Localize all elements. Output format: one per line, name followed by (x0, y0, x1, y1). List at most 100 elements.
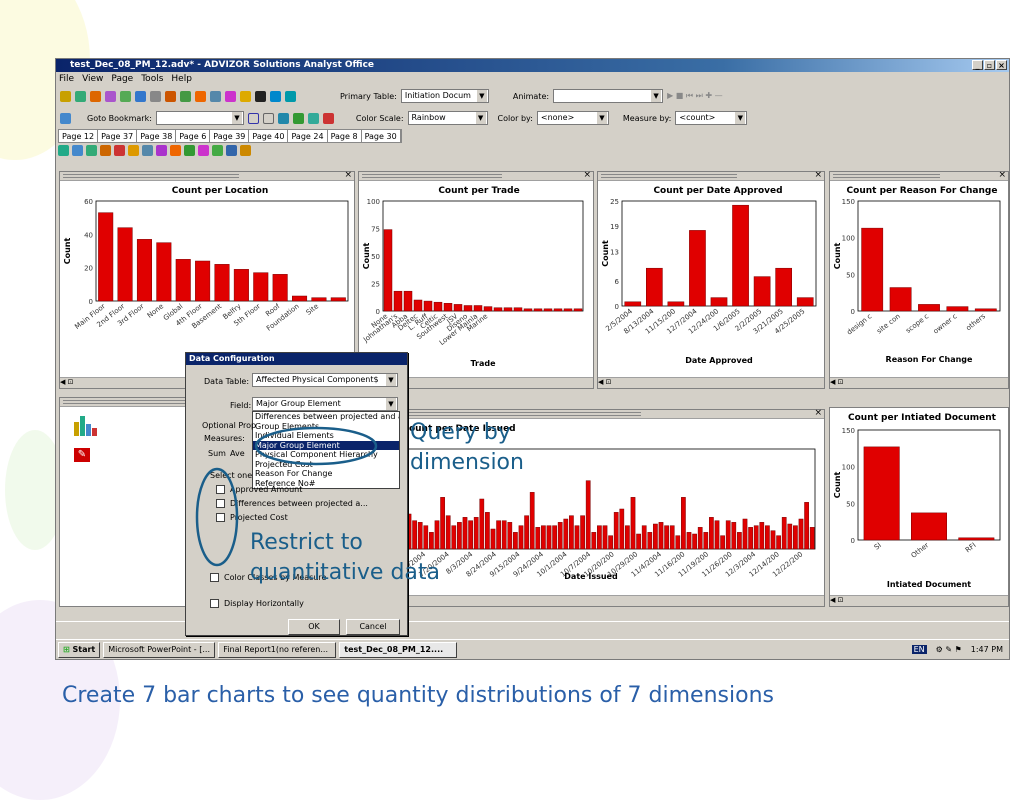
table-icon[interactable] (210, 90, 221, 102)
maximize-button[interactable]: ▫ (984, 60, 995, 70)
chart-type-icon[interactable] (86, 145, 97, 156)
color-scale-select[interactable]: Rainbow (407, 111, 488, 125)
close-panel-icon[interactable]: × (583, 170, 591, 180)
bar (946, 306, 969, 312)
page-tab[interactable]: Page 6 (176, 130, 211, 142)
bar-chart-icon (74, 416, 104, 439)
chart-type-icon[interactable] (226, 145, 237, 156)
chart-type-icon[interactable] (58, 145, 69, 156)
brush-icon[interactable] (270, 90, 281, 102)
chart-type-icon[interactable] (100, 145, 111, 156)
triangle-icon[interactable] (120, 90, 131, 102)
page-tab[interactable]: Page 39 (210, 130, 250, 142)
parallel-icon[interactable] (225, 90, 236, 102)
cancel-button[interactable]: Cancel (346, 619, 400, 635)
panel-scrollbar[interactable]: ◀ ⊡ (830, 377, 1008, 388)
chart-type-icon[interactable] (198, 145, 209, 156)
page-tab[interactable]: Page 30 (362, 130, 401, 142)
x-axis-label: Intiated Document (887, 580, 971, 589)
panel-scrollbar[interactable] (359, 595, 824, 606)
lasso-icon[interactable] (262, 112, 274, 124)
help-icon[interactable] (240, 90, 251, 102)
menu-file[interactable]: File (59, 73, 74, 86)
chart-type-icon[interactable] (184, 145, 195, 156)
bar (403, 290, 413, 312)
select-icon[interactable] (247, 112, 259, 124)
close-panel-icon[interactable]: × (814, 408, 822, 418)
flag-color-icon[interactable] (322, 112, 334, 124)
page-tab[interactable]: Page 24 (288, 130, 328, 142)
taskbar-item-active[interactable]: test_Dec_08_PM_12.... (339, 641, 458, 658)
chart-type-icon[interactable] (240, 145, 251, 156)
chart-type-icon[interactable] (72, 145, 83, 156)
bar (732, 204, 749, 307)
play-icon[interactable]: ▶ ■ ⏮ ⏭ ✚ — (667, 91, 723, 101)
bar (330, 297, 346, 302)
tree-icon[interactable] (165, 90, 176, 102)
flag-icon[interactable] (90, 90, 101, 102)
menu-view[interactable]: View (82, 73, 103, 86)
page-tab[interactable]: Page 38 (137, 130, 177, 142)
animate-select[interactable] (553, 89, 664, 103)
measure-by-select[interactable]: <count> (675, 111, 748, 125)
grid-icon[interactable] (75, 90, 86, 102)
bookmark-icon[interactable] (60, 112, 71, 124)
y-tick-label: 0 (615, 303, 619, 311)
x-axis-label: Reason For Change (886, 355, 973, 364)
taskbar-item[interactable]: Final Report1(no referen... (218, 641, 337, 658)
close-panel-icon[interactable]: × (344, 170, 352, 180)
bar (714, 520, 720, 550)
data-table-select[interactable]: Affected Physical Component$ (252, 373, 398, 387)
page-tab[interactable]: Page 8 (328, 130, 362, 142)
bar (524, 515, 529, 550)
include-icon[interactable] (277, 112, 289, 124)
chart-type-icon[interactable] (156, 145, 167, 156)
copy-icon[interactable] (285, 90, 296, 102)
chart-type-icon[interactable] (170, 145, 181, 156)
bar (233, 269, 249, 302)
chart-type-icon[interactable] (114, 145, 125, 156)
pie-icon[interactable] (195, 90, 206, 102)
color-by-select[interactable]: <none> (536, 111, 609, 125)
ok-button[interactable]: OK (288, 619, 340, 635)
close-button[interactable]: × (996, 60, 1007, 70)
goto-bookmark-select[interactable] (155, 111, 244, 125)
close-panel-icon[interactable]: × (998, 170, 1006, 180)
undo-icon[interactable] (135, 90, 146, 102)
start-button[interactable]: ⊞ Start (58, 641, 101, 658)
chart-type-icon[interactable] (212, 145, 223, 156)
clock: 1:47 PM (970, 645, 1003, 654)
system-tray-icons: ⚙ ✎ ⚑ (935, 645, 962, 654)
menu-tools[interactable]: Tools (141, 73, 163, 86)
menu-page[interactable]: Page (111, 73, 133, 86)
field-select[interactable]: Major Group Element (252, 397, 398, 411)
display-horizontally-checkbox[interactable] (210, 599, 219, 608)
toolbar-secondary: Goto Bookmark: Color Scale: Rainbow Colo… (56, 109, 1009, 127)
chart-type-icon[interactable] (128, 145, 139, 156)
chart-icon[interactable] (60, 90, 71, 102)
taskbar-item[interactable]: Microsoft PowerPoint - [... (103, 641, 216, 658)
menu-help[interactable]: Help (171, 73, 192, 86)
animate-label: Animate: (512, 91, 550, 101)
primary-table-select[interactable]: Initiation Docum (400, 89, 489, 103)
chart-title: Count per Reason For Change (847, 186, 998, 196)
bar (911, 512, 947, 541)
panel-scrollbar[interactable]: ◀ ⊡ (830, 595, 1008, 606)
chart-type-icon[interactable] (142, 145, 153, 156)
page-tab[interactable]: Page 12 (59, 130, 99, 142)
page-tab[interactable]: Page 40 (249, 130, 289, 142)
panel-scrollbar[interactable]: ◀ ⊡ (598, 377, 824, 388)
redo-icon[interactable] (150, 90, 161, 102)
close-panel-icon[interactable]: × (814, 170, 822, 180)
line-icon[interactable] (105, 90, 116, 102)
bar (748, 527, 753, 550)
network-icon[interactable] (180, 90, 191, 102)
wrench-icon[interactable]: ✎ (74, 448, 90, 462)
reset-icon[interactable] (307, 112, 319, 124)
exclude-icon[interactable] (292, 112, 304, 124)
language-indicator[interactable]: EN (911, 645, 927, 654)
color-icon[interactable] (255, 90, 266, 102)
minimize-button[interactable]: _ (972, 60, 983, 70)
page-tab[interactable]: Page 37 (98, 130, 138, 142)
bar (641, 525, 647, 550)
